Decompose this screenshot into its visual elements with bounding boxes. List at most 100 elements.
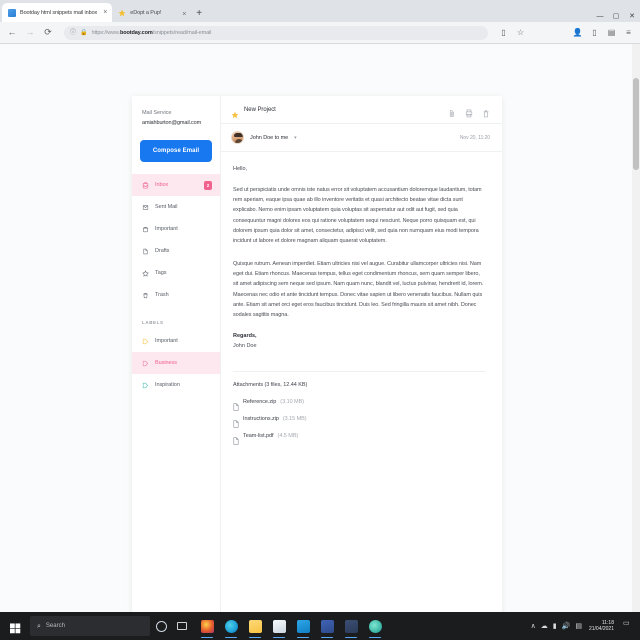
menu-icon[interactable]: ≡ (623, 28, 634, 37)
attachments-title: Attachments (3 files, 12.44 KB) (233, 382, 308, 389)
windows-taskbar: ⌕ Search ∧ ☁ ▮ 🔊 ▤ 11:18 21/04/2021 ▭ (0, 612, 640, 640)
sender-row: John Doe to me ▾ Nov 20, 11:20 (221, 124, 502, 152)
sidebar-item-tags[interactable]: Tags (132, 262, 220, 284)
label-tag-icon (142, 360, 149, 367)
taskbar-app-edge[interactable] (220, 613, 242, 639)
sender-name: John Doe to me (250, 134, 289, 141)
brand-block: Mail Service amiahburton@gmail.com (132, 110, 220, 126)
url-path: /snippets/read/mail-email (152, 29, 212, 36)
attachment-item[interactable]: Instructions.zip (3.15 MB) (233, 415, 486, 428)
info-icon[interactable]: ⓘ (70, 30, 76, 36)
task-view-icon (177, 622, 187, 630)
system-tray: ∧ ☁ ▮ 🔊 ▤ 11:18 21/04/2021 ▭ (531, 620, 638, 632)
split-screen-icon[interactable]: ▯ (498, 28, 509, 37)
illustrator-icon (344, 619, 358, 633)
taskbar-app-file-explorer[interactable] (244, 613, 266, 639)
attachment-item[interactable]: Team-list.pdf (4.5 MB) (233, 432, 486, 445)
taskbar-clock[interactable]: 11:18 21/04/2021 (589, 620, 614, 632)
sidebar-item-label: Drafts (155, 248, 170, 254)
browser-tab-inactive[interactable]: eDopt a Pup! (112, 3, 166, 22)
sidebar-item-sent-mail[interactable]: Sent Mail (132, 196, 220, 218)
avatar (231, 131, 244, 144)
close-tab-icon[interactable]: × (103, 9, 107, 16)
cortana-button[interactable] (150, 620, 172, 632)
labels-header: LABELS (142, 320, 164, 325)
taskbar-app-photoshop[interactable] (316, 613, 338, 639)
sidebar-item-drafts[interactable]: Drafts (132, 240, 220, 262)
trash-icon (142, 292, 149, 299)
file-icon (233, 432, 239, 445)
sidebar-nav: Inbox 2 Sent Mail Important Drafts Tags … (132, 174, 220, 306)
sidebar-item-label: Sent Mail (155, 204, 178, 210)
page-scrollbar-thumb[interactable] (633, 78, 639, 170)
sidebar-item-important[interactable]: Important (132, 218, 220, 240)
taskbar-app-illustrator[interactable] (340, 613, 362, 639)
minimize-button[interactable]: — (592, 13, 608, 20)
cortana-icon (155, 620, 167, 632)
window-controls: — ▢ ✕ (592, 12, 640, 21)
page-scrollbar-track[interactable] (632, 44, 640, 612)
inbox-badge: 2 (204, 180, 212, 190)
taskbar-app-store[interactable] (268, 613, 290, 639)
star-favicon (118, 8, 126, 17)
tab-title: Bootday html snippets mail inbox (20, 9, 98, 16)
attachment-size: (3.10 MB) (280, 399, 304, 406)
task-view-button[interactable] (172, 622, 192, 630)
attachment-size: (3.15 MB) (282, 416, 307, 423)
label-tag-icon (142, 338, 149, 345)
chevron-down-icon[interactable]: ▾ (294, 135, 297, 141)
inbox-icon (142, 181, 149, 189)
taskbar-app-firefox[interactable] (196, 613, 218, 639)
start-button[interactable] (2, 621, 28, 633)
collections-icon[interactable]: ▯ (589, 28, 600, 37)
label-item-business[interactable]: Business (132, 352, 220, 374)
attachment-name: Instructions.zip (243, 416, 279, 423)
file-explorer-icon (248, 619, 262, 633)
profile-icon[interactable]: 👤 (572, 28, 583, 37)
attachment-name: Reference.zip (243, 399, 277, 406)
close-tab-icon-2[interactable]: × (182, 11, 186, 18)
page-viewport: Mail Service amiahburton@gmail.com Compo… (0, 44, 640, 612)
tab-strip: Bootday html snippets mail inbox × eDopt… (0, 0, 640, 22)
taskbar-app-teams[interactable] (364, 613, 386, 639)
taskbar-app-mail[interactable] (292, 613, 314, 639)
url-domain: bootday.com (119, 29, 153, 36)
browser-tab-active[interactable]: Bootday html snippets mail inbox × (2, 3, 113, 22)
forward-button[interactable]: → (24, 28, 36, 37)
browser-toolbar: ← → ⟳ ⓘ 🔒 https://www.bootday.com/snippe… (0, 22, 640, 44)
print-icon[interactable] (465, 105, 473, 118)
network-icon[interactable]: ▮ (553, 623, 557, 630)
back-button[interactable]: ← (6, 28, 18, 37)
drafts-icon (142, 248, 149, 255)
star-icon[interactable] (231, 106, 239, 118)
attachment-item[interactable]: Reference.zip (3.10 MB) (233, 398, 486, 411)
email-paragraph: Sed ut perspiciatis unde omnis iste natu… (233, 187, 482, 244)
photoshop-icon (320, 619, 334, 633)
attach-icon[interactable] (448, 105, 456, 118)
maximize-button[interactable]: ▢ (608, 12, 624, 20)
sidebar-item-trash[interactable]: Trash (132, 284, 220, 306)
show-hidden-icons[interactable]: ∧ (531, 623, 536, 630)
compose-email-button[interactable]: Compose Email (140, 140, 212, 162)
label-item-inspiration[interactable]: Inspiration (132, 374, 220, 396)
delete-icon[interactable] (482, 105, 490, 118)
teams-icon (368, 619, 382, 633)
favorite-star-icon[interactable]: ☆ (515, 28, 526, 37)
sidebar-item-label: Important (155, 226, 178, 232)
new-tab-button[interactable]: + (196, 9, 202, 19)
email-body: Hello, Sed ut perspiciatis unde omnis is… (221, 152, 502, 612)
extensions-icon[interactable]: ▤ (606, 28, 617, 37)
onedrive-icon[interactable]: ☁ (541, 623, 548, 630)
clock-date: 21/04/2021 (588, 626, 614, 632)
reload-button[interactable]: ⟳ (42, 28, 54, 37)
action-center-icon[interactable]: ▭ (623, 620, 633, 632)
reader-header: New Project (221, 96, 502, 124)
taskbar-search-input[interactable]: ⌕ Search (30, 616, 150, 636)
email-greeting: Hello, (233, 166, 248, 172)
label-item-important[interactable]: Important (132, 330, 220, 352)
close-window-button[interactable]: ✕ (624, 12, 640, 20)
battery-icon[interactable]: ▤ (575, 623, 582, 630)
sidebar-item-inbox[interactable]: Inbox 2 (132, 174, 220, 196)
volume-icon[interactable]: 🔊 (562, 623, 571, 630)
address-bar[interactable]: ⓘ 🔒 https://www.bootday.com/snippets/rea… (64, 25, 488, 40)
